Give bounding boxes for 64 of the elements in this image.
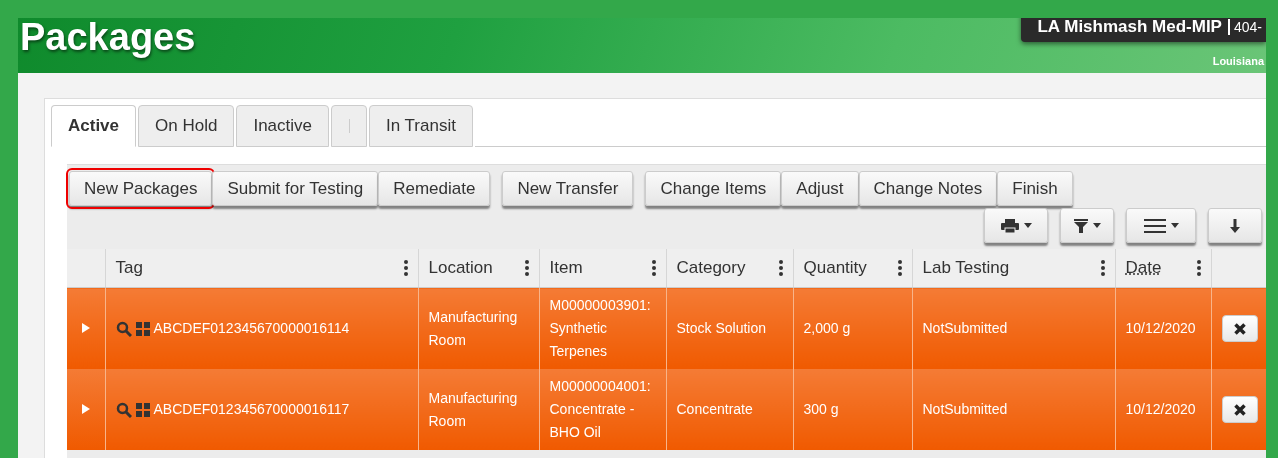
filter-button[interactable] xyxy=(1060,208,1114,243)
column-menu-icon[interactable] xyxy=(651,260,656,276)
columns-menu-button[interactable] xyxy=(1126,208,1196,243)
close-button[interactable] xyxy=(1222,396,1258,423)
license-number: 404- xyxy=(1227,19,1262,35)
action-button[interactable]: Change Items xyxy=(645,171,782,206)
column-menu-icon[interactable] xyxy=(1100,260,1105,276)
table-cell: 2,000 g xyxy=(803,320,851,336)
table-cell: NotSubmitted xyxy=(922,320,1008,336)
table-cell: M00000003901: Synthetic Terpenes xyxy=(549,297,651,359)
column-menu-icon[interactable] xyxy=(524,260,529,276)
column-menu-icon[interactable] xyxy=(897,260,902,276)
column-menu-icon[interactable] xyxy=(1196,260,1201,276)
filter-icon xyxy=(1073,218,1088,233)
close-button[interactable] xyxy=(1222,315,1258,342)
table-cell-text: ABCDEF012345670000016117 xyxy=(153,400,350,419)
table-cell: Concentrate xyxy=(676,401,753,417)
column-header[interactable]: Date xyxy=(1125,258,1162,278)
tab[interactable]: Active xyxy=(51,105,137,147)
table-cell: 10/12/2020 xyxy=(1125,320,1196,336)
expand-icon[interactable] xyxy=(81,323,90,333)
column-header[interactable]: Lab Testing xyxy=(922,258,1010,278)
search-icon[interactable] xyxy=(115,401,132,418)
column-header[interactable]: Category xyxy=(676,258,746,278)
facility-selector[interactable]: LA Mishmash Med-MIP 404- xyxy=(1021,18,1266,42)
action-button[interactable]: Finish xyxy=(997,171,1073,206)
table-cell: Manufacturing Room xyxy=(428,308,518,348)
tab-separator xyxy=(331,105,367,147)
printer-icon xyxy=(1000,218,1019,233)
table-cell: 10/12/2020 xyxy=(1125,401,1196,417)
action-button[interactable]: New Packages xyxy=(69,171,213,206)
table-cell: M00000004001: Concentrate - BHO Oil xyxy=(549,378,651,440)
table-cell-text: ABCDEF012345670000016114 xyxy=(153,319,350,338)
table-cell: NotSubmitted xyxy=(922,401,1008,417)
menu-icon xyxy=(1143,218,1166,233)
grid-icon[interactable] xyxy=(135,402,150,417)
close-icon xyxy=(1234,403,1246,416)
column-header[interactable]: Quantity xyxy=(803,258,867,278)
table-cell: 300 g xyxy=(803,401,839,417)
table-cell: Manufacturing Room xyxy=(428,389,518,429)
search-icon[interactable] xyxy=(115,320,132,337)
tab[interactable]: Inactive xyxy=(236,105,329,147)
tab[interactable]: In Transit xyxy=(369,105,473,147)
tab[interactable]: On Hold xyxy=(138,105,235,147)
grid-icon[interactable] xyxy=(135,321,150,336)
state-label: Louisiana xyxy=(1212,55,1264,67)
close-icon xyxy=(1234,322,1246,335)
action-button[interactable]: Remediate xyxy=(378,171,491,206)
facility-name: LA Mishmash Med-MIP xyxy=(1037,18,1222,37)
down-arrow-icon xyxy=(1230,218,1240,233)
column-header[interactable]: Item xyxy=(549,258,583,278)
action-button[interactable]: New Transfer xyxy=(502,171,634,206)
page-title: Packages xyxy=(19,18,196,56)
download-button[interactable] xyxy=(1208,208,1262,243)
expand-icon[interactable] xyxy=(81,404,90,414)
column-header[interactable]: Tag xyxy=(115,258,143,278)
action-button[interactable]: Adjust xyxy=(781,171,859,206)
column-menu-icon[interactable] xyxy=(778,260,783,276)
column-menu-icon[interactable] xyxy=(403,260,408,276)
column-header[interactable]: Location xyxy=(428,258,493,278)
table-cell: Stock Solution xyxy=(676,320,766,336)
print-button[interactable] xyxy=(984,208,1048,243)
action-button[interactable]: Change Notes xyxy=(858,171,998,206)
action-button[interactable]: Submit for Testing xyxy=(212,171,379,206)
